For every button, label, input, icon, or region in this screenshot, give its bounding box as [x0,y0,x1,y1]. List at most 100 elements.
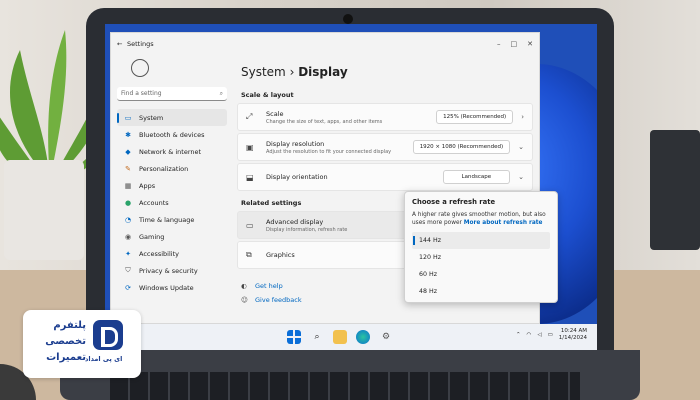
refresh-option-120[interactable]: 120 Hz [412,249,550,266]
windows-start-icon[interactable] [287,330,301,344]
scale-icon: ⤢ [246,112,253,121]
bluetooth-icon: ✱ [125,130,131,139]
chevron-right-icon: › [521,113,524,121]
breadcrumb: System › Display [241,65,533,79]
sidebar-item-label: Time & language [139,215,195,224]
clock[interactable]: 10:24 AM 1/14/2024 [559,328,587,342]
webcam [343,14,353,24]
search-placeholder: Find a setting [121,90,162,97]
sidebar-item-label: Gaming [139,232,165,241]
close-button[interactable]: ✕ [527,40,533,48]
orientation-title: Display orientation [266,173,328,181]
flyout-desc: A higher rate gives smoother motion, but… [412,211,550,227]
sidebar-item-time-language[interactable]: ◔ Time & language [117,211,227,228]
breadcrumb-parent[interactable]: System [241,65,286,79]
sidebar-item-system[interactable]: ▭ System [117,109,227,126]
orientation-dropdown[interactable]: Landscape [442,170,511,184]
sidebar-item-gaming[interactable]: ◉ Gaming [117,228,227,245]
sidebar-item-network[interactable]: ◆ Network & internet [117,143,227,160]
clock-date: 1/14/2024 [558,335,587,341]
sidebar-item-accounts[interactable]: ● Accounts [117,194,227,211]
title-bar: ← Settings – □ ✕ [111,33,539,55]
taskbar-icons: ⌕ ⚙ [287,330,393,344]
pen-holder [650,130,700,250]
chevron-down-icon: ⌄ [518,143,524,151]
globe-clock-icon: ◔ [124,215,132,224]
sidebar-item-label: Network & internet [139,147,202,156]
clock-time: 10:24 AM [560,328,587,334]
help-icon: ◐ [241,282,247,290]
user-avatar-icon[interactable] [131,59,149,77]
refresh-option-60[interactable]: 60 Hz [412,266,550,283]
sidebar-item-label: Windows Update [139,283,194,292]
keyboard-keys [110,372,580,400]
taskbar: ⌕ ⚙ ⌃ ◠ ◁ ▭ 10:24 AM 1/14/2024 [105,324,597,350]
resolution-dropdown[interactable]: 1920 × 1080 (Recommended) [412,140,511,154]
logo-line-3: تعمیرات [46,352,86,363]
monitor-icon: ▭ [124,113,132,122]
sidebar-item-accessibility[interactable]: ✦ Accessibility [117,245,227,262]
orientation-icon: ⬓ [246,172,254,182]
resolution-title: Display resolution [266,139,325,148]
sidebar-item-personalization[interactable]: ✎ Personalization [117,160,227,177]
resolution-row: ▣ Display resolution Adjust the resolutio… [237,133,533,161]
search-icon[interactable]: ⌕ [310,330,324,344]
window-controls: – □ ✕ [497,40,533,48]
scale-title: Scale [266,109,284,118]
sidebar-item-bluetooth[interactable]: ✱ Bluetooth & devices [117,126,227,143]
brand-mark-icon [93,320,123,350]
graphics-icon: ⧉ [246,250,252,259]
sidebar-item-label: Accessibility [139,249,179,258]
give-feedback-label: Give feedback [255,296,302,304]
scale-row[interactable]: ⤢ Scale Change the size of text, apps, an… [237,103,533,131]
sidebar-item-label: Privacy & security [139,266,198,275]
brush-icon: ✎ [125,164,131,173]
maximize-button[interactable]: □ [511,40,518,48]
chevron-up-icon[interactable]: ⌃ [516,332,521,338]
refresh-option-144[interactable]: 144 Hz [412,232,550,249]
search-input[interactable]: Find a setting ⌕ [117,87,227,101]
resolution-desc: Adjust the resolution to fit your connec… [266,148,392,155]
wifi-icon[interactable]: ◠ [527,332,532,338]
window-title: Settings [127,40,154,48]
logo-line-2: تخصصی [45,336,86,347]
more-about-refresh-rate-link[interactable]: More about refresh rate [464,220,543,226]
sidebar-item-label: System [139,113,164,122]
sidebar: Find a setting ⌕ ▭ System ✱ Bluetooth & de… [117,59,227,296]
sidebar-item-privacy[interactable]: ⛉ Privacy & security [117,262,227,279]
sidebar-item-label: Accounts [139,198,169,207]
orientation-row: ⬓ Display orientation Landscape ⌄ [237,163,533,191]
edge-icon[interactable] [356,330,370,344]
sidebar-item-label: Bluetooth & devices [139,130,205,139]
minimize-button[interactable]: – [497,40,501,48]
gamepad-icon: ◉ [124,232,132,241]
system-tray: ⌃ ◠ ◁ ▭ 10:24 AM 1/14/2024 [516,328,587,342]
sidebar-item-windows-update[interactable]: ⟳ Windows Update [117,279,227,296]
sidebar-item-apps[interactable]: ▦ Apps [117,177,227,194]
brand-logo-card: پلتفرم تخصصی تعمیرات ای پی امداد [23,310,141,378]
brand-name: ای پی امداد [85,355,123,363]
flyout-title: Choose a refresh rate [412,198,496,206]
settings-gear-icon[interactable]: ⚙ [379,330,393,344]
refresh-rate-flyout: Choose a refresh rate A higher rate give… [404,191,558,303]
person-icon: ● [124,198,132,207]
logo-line-1: پلتفرم [53,320,86,331]
get-help-label: Get help [255,282,283,290]
refresh-option-48[interactable]: 48 Hz [412,283,550,300]
battery-icon[interactable]: ▭ [548,332,553,338]
accessibility-icon: ✦ [125,249,131,258]
shield-icon: ⛉ [125,266,131,274]
search-icon: ⌕ [219,89,223,97]
scale-dropdown[interactable]: 125% (Recommended) [436,110,514,124]
apps-icon: ▦ [124,181,132,190]
sidebar-item-label: Apps [139,181,156,190]
chevron-down-icon: ⌄ [518,173,524,181]
file-explorer-icon[interactable] [333,330,347,344]
volume-icon[interactable]: ◁ [537,332,541,338]
back-arrow-icon[interactable]: ← [117,40,127,48]
sidebar-item-label: Personalization [139,164,189,173]
wifi-icon: ◆ [125,147,131,156]
resolution-icon: ▣ [246,142,254,152]
plant-pot [4,160,84,260]
section-title-scale-layout: Scale & layout [241,91,294,99]
